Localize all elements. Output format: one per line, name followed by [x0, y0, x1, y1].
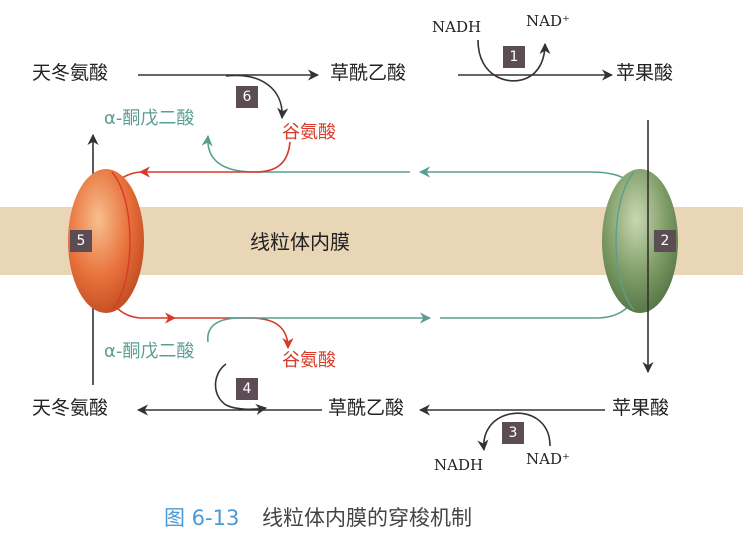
- badge-6: 6: [236, 86, 258, 108]
- teal-from-akg-bottom: [207, 317, 241, 343]
- top-alpha-ketoglutarate: α-酮戊二酸: [104, 108, 195, 129]
- bottom-aspartate: 天冬氨酸: [32, 397, 109, 419]
- badge-4: 4: [236, 378, 258, 400]
- badge-5: 5: [70, 230, 92, 252]
- top-nad-plus: NAD⁺: [526, 12, 570, 30]
- top-aspartate: 天冬氨酸: [32, 62, 109, 84]
- top-malate: 苹果酸: [616, 62, 674, 84]
- badge-2: 2: [654, 230, 676, 252]
- badge-3: 3: [502, 422, 524, 444]
- membrane-label: 线粒体内膜: [250, 230, 350, 254]
- bottom-nadh: NADH: [434, 456, 484, 474]
- badge-1: 1: [503, 46, 525, 68]
- bottom-glutamate: 谷氨酸: [282, 350, 336, 371]
- top-glutamate: 谷氨酸: [282, 122, 336, 143]
- bottom-alpha-ketoglutarate: α-酮戊二酸: [104, 341, 195, 362]
- top-nadh: NADH: [432, 18, 482, 36]
- bottom-oxaloacetate: 草酰乙酸: [328, 397, 405, 419]
- teal-flow-bottom-cont: [440, 291, 637, 319]
- figure-caption: 图 6-13 线粒体内膜的穿梭机制: [164, 508, 472, 529]
- teal-to-akg-top: [201, 134, 256, 173]
- figure-number: 图 6-13: [164, 506, 240, 530]
- figure-title: 线粒体内膜的穿梭机制: [262, 506, 473, 530]
- bottom-nad-plus: NAD⁺: [526, 450, 570, 468]
- teal-flow-top: [418, 166, 637, 191]
- bottom-malate: 苹果酸: [612, 397, 670, 419]
- red-flow-top: [138, 141, 291, 178]
- top-oxaloacetate: 草酰乙酸: [330, 62, 407, 84]
